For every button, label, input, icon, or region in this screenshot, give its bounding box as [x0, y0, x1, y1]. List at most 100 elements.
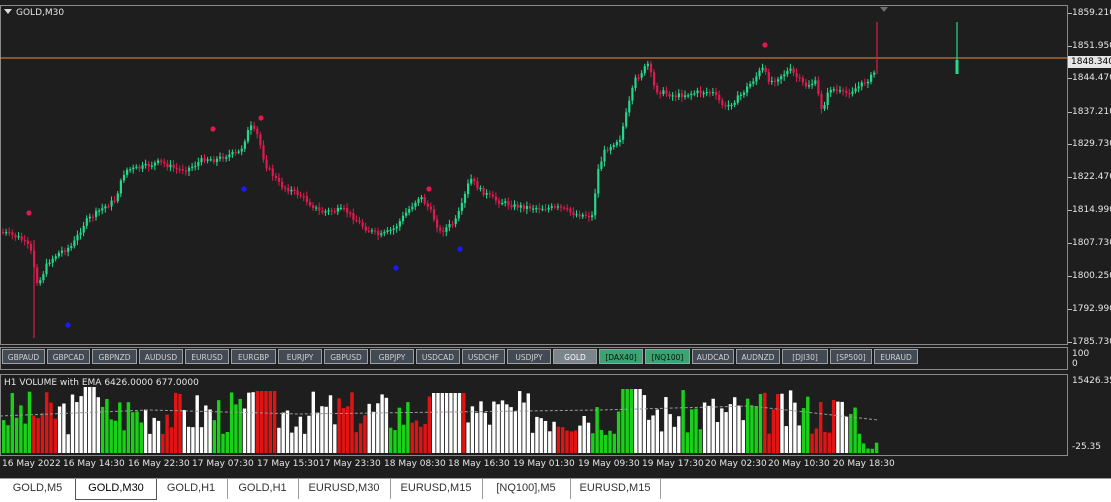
candle-body [513, 204, 516, 208]
symbol-button[interactable]: GOLD [553, 349, 597, 364]
volume-bar [161, 433, 165, 453]
symbol-button[interactable]: EURUSD [185, 349, 229, 364]
candle-body [832, 89, 835, 91]
symbol-button[interactable]: USDCHF [462, 349, 505, 364]
candle-body [184, 170, 188, 172]
volume-bar [853, 407, 857, 453]
symbol-button[interactable]: GBPAUD [2, 349, 45, 364]
candle-body [668, 93, 671, 97]
candle-body [485, 193, 488, 195]
candle-body [39, 280, 42, 284]
volume-bar [625, 389, 629, 453]
candle-body [26, 240, 29, 244]
volume-bar [2, 420, 6, 453]
symbol-button[interactable]: [SP500] [830, 349, 872, 364]
candle-body [860, 82, 863, 87]
chart-tab[interactable]: GOLD,H1 [155, 479, 228, 499]
candle-body [829, 89, 832, 93]
volume-bar [737, 405, 741, 453]
volume-bar [419, 426, 423, 453]
candle-body [119, 180, 122, 194]
volume-bar [303, 433, 307, 453]
candle-body [436, 219, 439, 228]
symbol-button[interactable]: [DAX40] [599, 349, 643, 364]
symbol-button[interactable]: AUDUSD [139, 349, 183, 364]
candle-body [609, 146, 612, 151]
symbol-button[interactable]: USDCAD [416, 349, 460, 364]
candle-body [646, 63, 649, 67]
symbol-button[interactable]: EURGBP [231, 349, 276, 364]
candle-body [538, 208, 541, 210]
candle-body [677, 93, 680, 98]
volume-axis-top: 15426.35 [1072, 376, 1111, 386]
volume-bar [307, 415, 311, 453]
chart-tab[interactable]: [NQ100],M5 [482, 479, 571, 499]
chart-window[interactable]: GOLD,M30 1859.210 1851.950 1844.470 1837.21… [0, 0, 1111, 478]
candlestick-chart[interactable] [0, 0, 1068, 460]
candle-body [29, 243, 33, 251]
volume-bar [315, 412, 320, 453]
candle-body [628, 100, 631, 113]
chart-tab[interactable]: GOLD,H1 [227, 479, 299, 499]
candle-body [70, 246, 73, 248]
symbol-button[interactable]: GBPJPY [370, 349, 414, 364]
candle-body [770, 80, 773, 83]
fractal-dot [426, 186, 432, 192]
symbol-button[interactable]: GBPUSD [324, 349, 368, 364]
candle-body [172, 164, 175, 168]
volume-bar [535, 416, 539, 453]
candle-body [578, 214, 581, 217]
candle-body [271, 168, 274, 176]
chart-tab[interactable]: GOLD,M30 [75, 479, 157, 500]
symbol-button[interactable]: [NQ100] [645, 349, 690, 364]
candle-body [203, 158, 206, 161]
fractal-dot [258, 115, 264, 121]
symbol-button[interactable]: AUDNZD [736, 349, 780, 364]
volume-bar [118, 402, 122, 453]
volume-bar [733, 397, 737, 453]
chart-tab[interactable]: EURUSD,M15 [570, 479, 661, 499]
candle-body [491, 194, 494, 197]
candle-body [51, 258, 54, 263]
symbol-button[interactable]: USDJPY [507, 349, 551, 364]
candle-body [594, 193, 597, 216]
chart-tab[interactable]: EURUSD,M15 [390, 479, 483, 499]
volume-bar [427, 396, 432, 453]
symbol-button[interactable]: AUDCAD [692, 349, 734, 364]
volume-bar [148, 433, 152, 453]
volume-bar [672, 426, 677, 453]
volume-bar [741, 420, 745, 453]
candle-body [212, 159, 215, 163]
price-axis-label: 1800.250 [1072, 271, 1111, 281]
chart-tab[interactable]: GOLD,M5 [0, 479, 76, 499]
price-axis-label: 1822.470 [1072, 172, 1111, 182]
collapse-triangle-icon[interactable] [4, 9, 12, 14]
candle-body [355, 219, 358, 222]
symbol-button[interactable]: EURJPY [278, 349, 322, 364]
candle-body [23, 239, 26, 242]
symbol-button[interactable]: GBPCAD [47, 349, 90, 364]
candle-body [367, 230, 370, 232]
symbol-button[interactable]: EURAUD [874, 349, 918, 364]
volume-bar [453, 393, 457, 453]
candle-body [228, 154, 231, 158]
volume-bar [462, 393, 466, 453]
chart-title[interactable]: GOLD,M30 [4, 8, 64, 18]
chart-tab[interactable]: EURUSD,M30 [298, 479, 391, 499]
candle-body [715, 92, 718, 95]
symbol-button[interactable]: GBPNZD [92, 349, 137, 364]
volume-bar [75, 402, 79, 453]
volume-bar [238, 398, 242, 453]
candle-body [284, 187, 287, 189]
candle-body [200, 158, 203, 163]
volume-bar [543, 420, 548, 453]
candle-body [724, 105, 727, 107]
volume-bar [212, 420, 217, 453]
candle-body [383, 231, 386, 234]
candle-body [801, 77, 804, 83]
volume-bar [539, 418, 543, 453]
volume-bar [763, 392, 767, 453]
candle-body [327, 210, 330, 212]
candle-body [339, 207, 343, 210]
symbol-button[interactable]: [DJI30] [782, 349, 828, 364]
